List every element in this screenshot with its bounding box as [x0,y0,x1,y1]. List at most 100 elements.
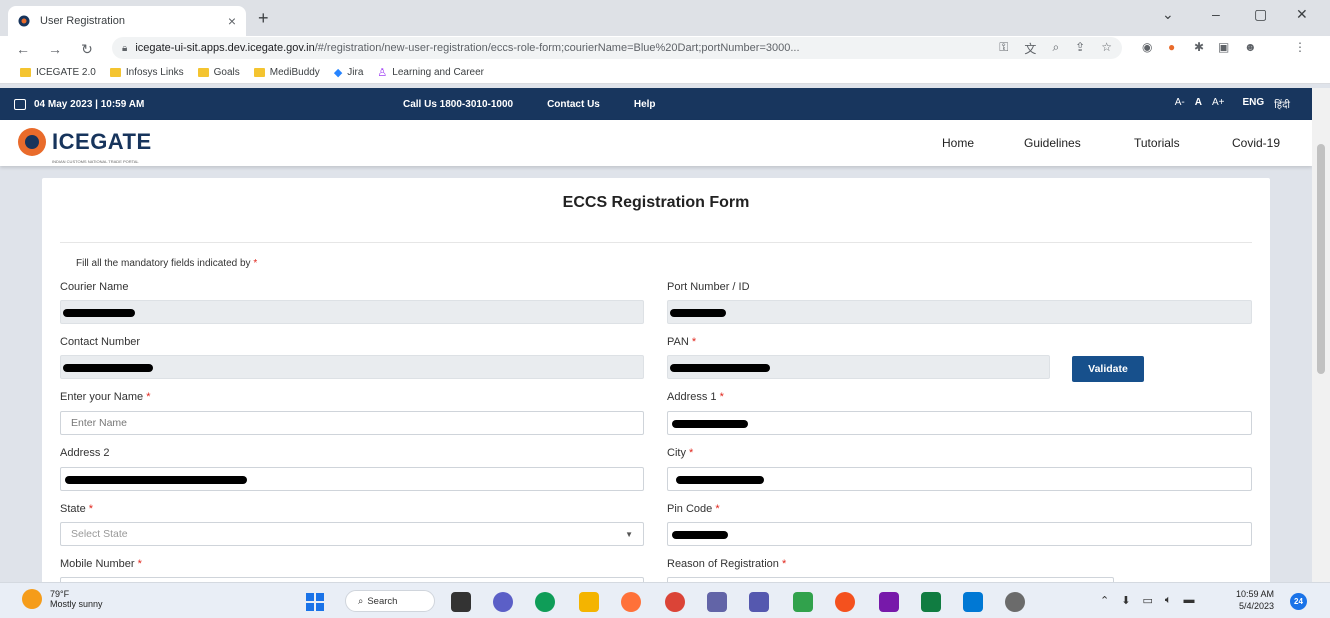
browser-tab-title: User Registration [40,15,125,27]
browser-tab-bar: User Registration × + ⌄ – ▢ ✕ [0,0,1330,36]
restore-icon[interactable]: ▢ [1254,6,1267,23]
address2-input[interactable] [60,467,644,491]
bookmark-jira[interactable]: ◆ Jira [334,66,364,79]
icegate-logo[interactable]: ICEGATE INDIAN CUSTOMS NATIONAL TRADE PO… [18,128,152,164]
project-icon[interactable] [793,592,813,612]
chevron-up-icon[interactable]: ⌃ [1100,594,1109,607]
new-tab-icon[interactable]: + [258,8,269,29]
zoom-icon[interactable]: ⌕ [1052,40,1059,57]
extension-icon[interactable]: ◉ [1142,40,1152,54]
outlook-icon[interactable] [963,592,983,612]
teams-alt-icon[interactable] [749,592,769,612]
taskbar-search[interactable]: ⌕ Search [345,590,435,612]
folder-icon [109,68,121,77]
close-tab-icon[interactable]: × [228,13,236,29]
font-increase-button[interactable]: A+ [1212,97,1225,111]
nav-guidelines[interactable]: Guidelines [1024,136,1081,150]
tab-search-icon[interactable]: ⌄ [1162,6,1174,23]
back-icon[interactable]: ← [14,41,32,57]
display-icon[interactable]: ▭ [1142,594,1152,607]
call-us-link[interactable]: Call Us 1800-3010-1000 [403,99,513,110]
jira-icon: ◆ [333,67,343,79]
redacted-value [672,420,748,428]
firefox-icon[interactable] [621,592,641,612]
icegate-emblem-icon [18,128,46,156]
forward-icon[interactable]: → [46,41,64,57]
speaker-icon[interactable]: 🔈︎ [1165,594,1172,607]
registration-form-card: ECCS Registration Form Fill all the mand… [42,178,1270,618]
lock-icon[interactable]: 🔒︎ [122,43,127,54]
page-scrollbar[interactable] [1312,88,1330,582]
task-view-icon[interactable] [451,592,471,612]
windows-taskbar: 79°F Mostly sunny ⌕ Search ⌃ ⬇ ▭ 🔈︎ ▬ 10:5… [0,582,1330,618]
reload-icon[interactable]: ↻ [78,41,96,58]
bookmark-learning[interactable]: ♙ Learning and Career [377,66,484,79]
battery-icon[interactable]: ▬ [1183,594,1194,607]
chrome-icon[interactable] [665,592,685,612]
teams-chat-icon[interactable] [493,592,513,612]
taskbar-clock[interactable]: 10:59 AM 5/4/2023 [1236,588,1274,612]
onenote-icon[interactable] [879,592,899,612]
lang-english-button[interactable]: ENG [1243,97,1265,111]
weather-widget[interactable]: 79°F Mostly sunny [22,589,103,609]
nav-tutorials[interactable]: Tutorials [1134,136,1180,150]
minimize-icon[interactable]: – [1212,6,1220,22]
nav-home[interactable]: Home [942,136,974,150]
system-tray: ⌃ ⬇ ▭ 🔈︎ ▬ [1100,594,1194,607]
bookmark-star-icon[interactable]: ☆ [1101,40,1112,57]
icegate-favicon-icon [18,15,30,27]
mobile-number-label: Mobile Number * [60,558,142,570]
share-icon[interactable]: ⇪ [1075,40,1085,57]
close-window-icon[interactable]: ✕ [1296,6,1308,23]
font-decrease-button[interactable]: A- [1175,97,1185,111]
bookmark-medibuddy[interactable]: MediBuddy [253,67,320,78]
help-link[interactable]: Help [634,99,656,110]
folder-icon [253,68,265,77]
redacted-value [676,476,764,484]
scrollbar-thumb[interactable] [1317,144,1325,374]
bookmark-goals[interactable]: Goals [197,67,240,78]
city-input[interactable] [667,467,1252,491]
bookmark-icegate[interactable]: ICEGATE 2.0 [20,67,96,78]
pan-label: PAN * [667,336,697,348]
address1-label: Address 1 * [667,391,724,403]
contact-number-label: Contact Number [60,336,141,348]
contact-us-link[interactable]: Contact Us [547,99,600,110]
address-bar[interactable]: 🔒︎ icegate-ui-sit.apps.dev.icegate.gov.i… [112,37,1122,59]
city-label: City * [667,447,694,459]
contact-number-field [60,355,644,379]
validate-button[interactable]: Validate [1072,356,1144,382]
notification-badge[interactable]: 24 [1290,593,1307,610]
form-title: ECCS Registration Form [562,194,750,211]
password-key-icon[interactable]: ⚿ [999,40,1008,57]
translate-icon[interactable]: 文 [1024,40,1036,57]
pdf-icon[interactable] [835,592,855,612]
side-panel-icon[interactable]: ▣ [1218,40,1229,54]
redacted-value [672,531,728,539]
learning-icon: ♙ [377,67,388,79]
name-input[interactable]: Enter Name [60,411,644,435]
browser-tab[interactable]: User Registration × [8,6,246,36]
network-pin-icon[interactable]: ⬇ [1121,594,1130,607]
font-normal-button[interactable]: A [1195,97,1202,111]
windows-start-icon[interactable] [306,593,324,611]
lang-hindi-button[interactable]: हिंदी [1274,97,1290,111]
redacted-value [670,364,770,372]
excel-icon[interactable] [921,592,941,612]
address1-input[interactable] [667,411,1252,435]
extensions-puzzle-icon[interactable]: ✱ [1194,40,1204,54]
site-top-strip: 04 May 2023 | 10:59 AM Call Us 1800-3010… [0,88,1312,120]
extension-orange-icon[interactable]: ● [1168,40,1175,54]
profile-avatar-icon[interactable]: ☻ [1244,40,1257,54]
teams-icon[interactable] [707,592,727,612]
pin-code-input[interactable] [667,522,1252,546]
state-select[interactable]: Select State ▼ [60,522,644,546]
browser-menu-icon[interactable]: ⋮ [1294,40,1306,54]
file-explorer-icon[interactable] [579,592,599,612]
pan-field[interactable] [667,355,1050,379]
bookmark-infosys[interactable]: Infosys Links [109,67,184,78]
redacted-value [670,309,726,317]
settings-gear-icon[interactable] [1005,592,1025,612]
nav-covid-19[interactable]: Covid-19 [1232,136,1280,150]
edge-icon[interactable] [535,592,555,612]
